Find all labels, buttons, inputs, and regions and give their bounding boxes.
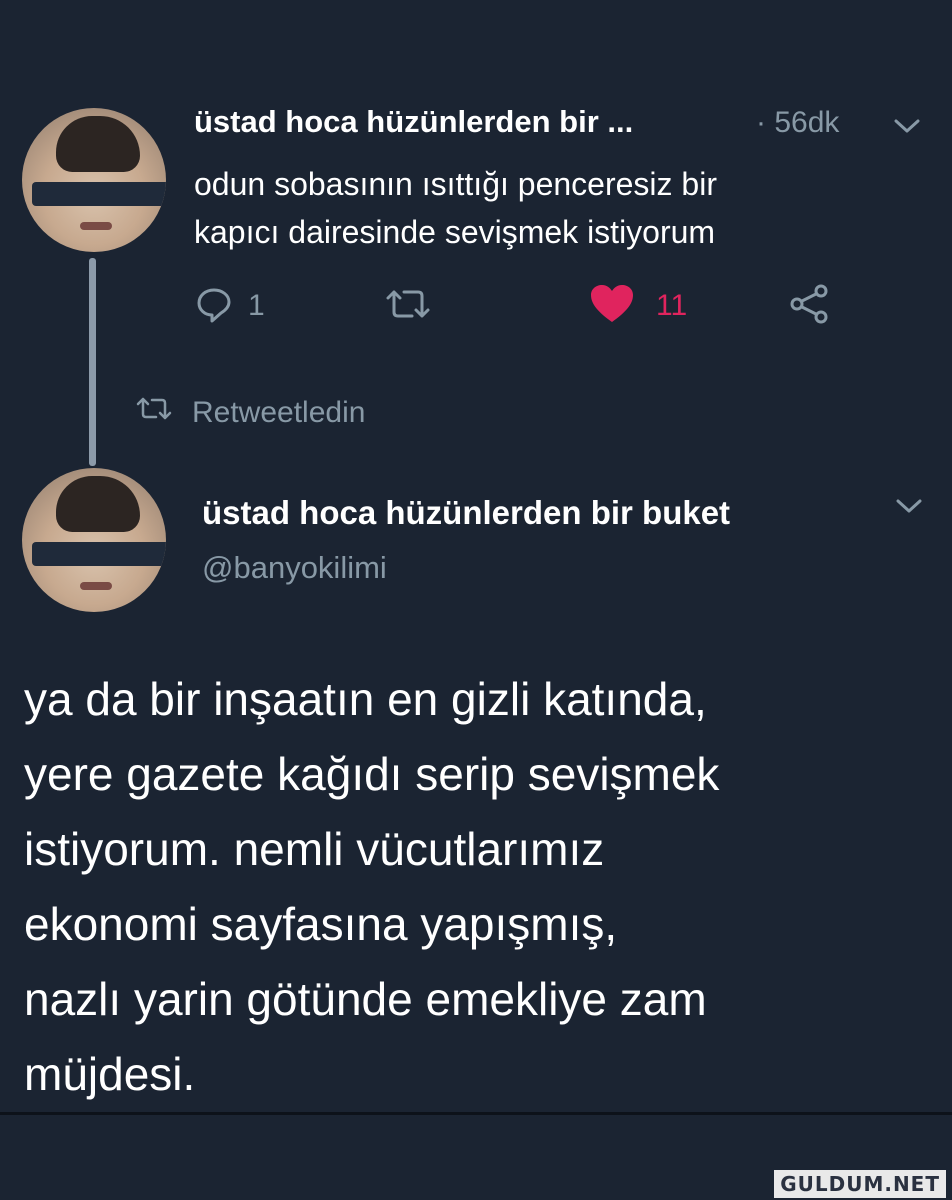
retweet-notice-label: Retweetledin — [192, 396, 366, 429]
tweet-body: ya da bir inşaatın en gizli katında, yer… — [24, 662, 934, 1112]
retweet-icon — [382, 284, 434, 329]
like-button[interactable]: 11 — [588, 284, 687, 328]
tweet-body-line: ekonomi sayfasına yapışmış, — [24, 898, 618, 950]
tweet-text-line: kapıcı dairesinde sevişmek istiyorum — [194, 214, 716, 250]
avatar-mouth — [80, 582, 112, 590]
share-icon — [788, 284, 832, 329]
like-count: 11 — [656, 289, 688, 322]
censor-bar — [32, 182, 166, 206]
author-name[interactable]: üstad hoca hüzünlerden bir buket — [202, 494, 730, 532]
chevron-down-icon[interactable] — [892, 116, 922, 141]
retweet-notice: Retweetledin — [134, 394, 365, 432]
divider — [0, 1112, 952, 1115]
reply-icon — [194, 284, 234, 329]
watermark: GULDUM.NET — [774, 1170, 946, 1198]
tweet-body-line: yere gazete kağıdı serip sevişmek — [24, 748, 720, 800]
retweet-small-icon — [134, 394, 174, 432]
thread-line — [89, 258, 96, 466]
avatar-hair — [56, 116, 140, 172]
avatar-mouth — [80, 222, 112, 230]
tweet-text: odun sobasının ısıttığı penceresiz bir k… — [194, 160, 894, 256]
retweet-button[interactable] — [382, 284, 434, 328]
heart-icon — [588, 282, 636, 331]
tweet-body-line: ya da bir inşaatın en gizli katında, — [24, 673, 707, 725]
tweet-body-line: müjdesi. — [24, 1048, 196, 1100]
chevron-down-icon[interactable] — [894, 496, 924, 521]
tweet-text-line: odun sobasının ısıttığı penceresiz bir — [194, 166, 717, 202]
author-name[interactable]: üstad hoca hüzünlerden bir ... — [194, 104, 633, 140]
avatar[interactable] — [22, 108, 166, 252]
censor-bar — [32, 542, 166, 566]
tweet-body-line: istiyorum. nemli vücutlarımız — [24, 823, 605, 875]
reply-button[interactable]: 1 — [194, 284, 265, 328]
avatar-hair — [56, 476, 140, 532]
reply-count: 1 — [248, 289, 265, 322]
author-handle[interactable]: @banyokilimi — [202, 550, 387, 586]
share-button[interactable] — [788, 284, 832, 328]
tweet-body-line: nazlı yarin götünde emekliye zam — [24, 973, 707, 1025]
avatar[interactable] — [22, 468, 166, 612]
timestamp[interactable]: · 56dk — [756, 106, 839, 140]
